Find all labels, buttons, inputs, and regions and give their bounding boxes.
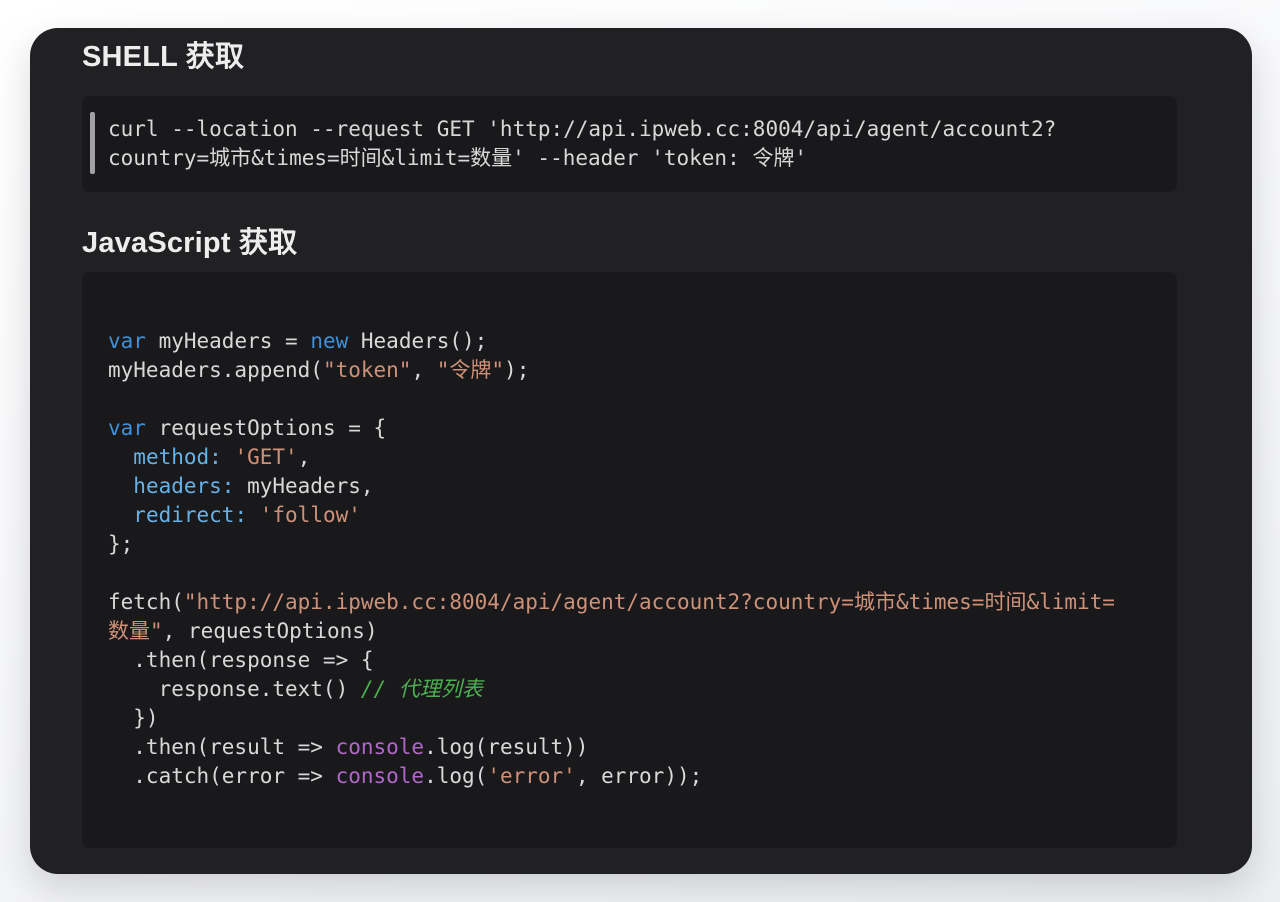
code-token-fn: console <box>336 735 425 759</box>
code-token-plain: requestOptions = { <box>146 416 386 440</box>
code-token-plain: ); <box>504 358 529 382</box>
code-token-fn: console <box>336 764 425 788</box>
code-token-plain <box>108 445 133 469</box>
shell-code: curl --location --request GET 'http://ap… <box>108 115 1151 173</box>
code-token-str: "token" <box>323 358 412 382</box>
code-token-str: 'follow' <box>260 503 361 527</box>
code-token-plain: .then(result => <box>108 735 336 759</box>
section-heading-javascript: JavaScript 获取 <box>82 226 297 260</box>
code-token-plain: , error)); <box>576 764 702 788</box>
code-token-plain: }; <box>108 532 133 556</box>
code-token-plain <box>247 503 260 527</box>
code-token-plain: myHeaders.append( <box>108 358 323 382</box>
code-token-plain: }) <box>108 706 159 730</box>
code-token-str: 'GET' <box>234 445 297 469</box>
code-token-prop: redirect: <box>133 503 247 527</box>
javascript-code: var myHeaders = new Headers(); myHeaders… <box>108 327 1151 791</box>
code-token-plain: , requestOptions) <box>163 619 378 643</box>
docs-panel: SHELL 获取 curl --location --request GET '… <box>30 28 1252 874</box>
code-token-plain: country=城市&times=时间&limit=数量' --header '… <box>108 146 807 170</box>
code-token-plain: .log( <box>424 764 487 788</box>
javascript-code-block: var myHeaders = new Headers(); myHeaders… <box>82 272 1177 848</box>
code-token-str: "http://api.ipweb.cc:8004/api/agent/acco… <box>184 590 1115 614</box>
code-token-plain: Headers(); <box>348 329 487 353</box>
code-token-plain: , <box>298 445 311 469</box>
code-token-plain: fetch( <box>108 590 184 614</box>
code-token-plain: .catch(error => <box>108 764 336 788</box>
section-heading-shell: SHELL 获取 <box>82 40 244 74</box>
code-token-plain: , <box>411 358 436 382</box>
code-token-comment: // 代理列表 <box>361 677 483 701</box>
code-token-kw: var <box>108 329 146 353</box>
code-token-plain: .log(result)) <box>424 735 588 759</box>
code-token-str: 数量" <box>108 619 163 643</box>
code-token-plain: curl --location --request GET 'http://ap… <box>108 117 1056 141</box>
code-token-plain <box>108 503 133 527</box>
code-token-plain: myHeaders, <box>234 474 373 498</box>
code-token-plain <box>108 474 133 498</box>
code-token-str: 'error' <box>487 764 576 788</box>
code-token-plain: myHeaders = <box>146 329 310 353</box>
code-token-kw: var <box>108 416 146 440</box>
code-block-left-bar <box>90 112 95 174</box>
shell-code-block: curl --location --request GET 'http://ap… <box>82 96 1177 192</box>
code-token-str: "令牌" <box>437 358 504 382</box>
code-token-prop: headers: <box>133 474 234 498</box>
code-token-plain <box>222 445 235 469</box>
code-token-plain: .then(response => { <box>108 648 374 672</box>
code-token-kw: new <box>310 329 348 353</box>
code-token-prop: method: <box>133 445 222 469</box>
code-token-plain: response.text() <box>108 677 361 701</box>
